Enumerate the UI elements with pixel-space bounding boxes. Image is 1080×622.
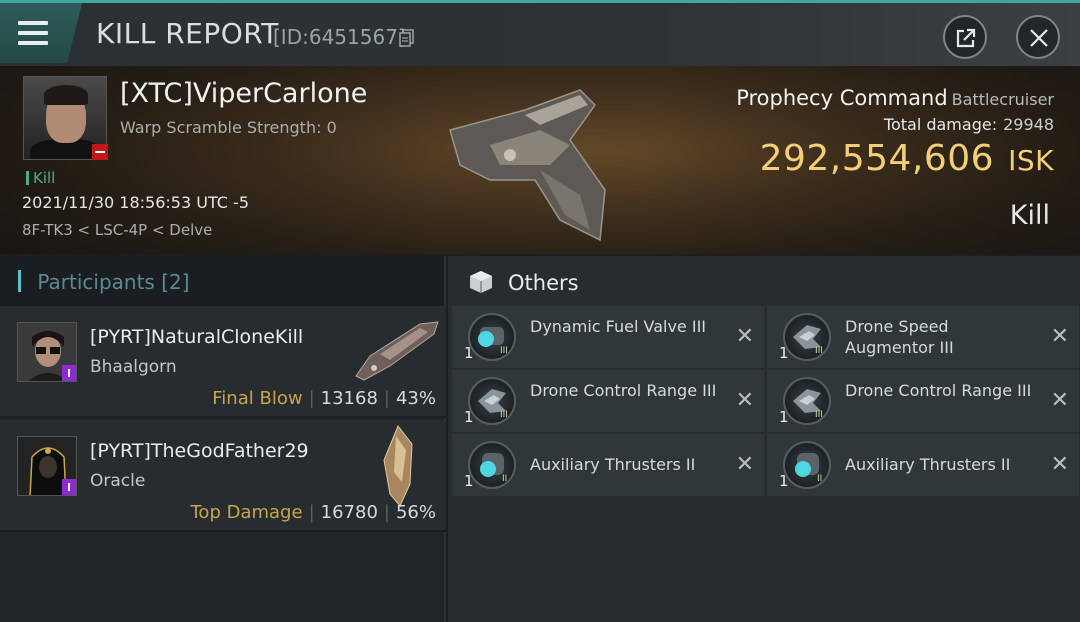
ship-class: Battlecruiser <box>951 90 1054 109</box>
item-quantity: 1 <box>779 472 789 490</box>
participant-ship[interactable]: Oracle <box>90 471 145 491</box>
hamburger-icon <box>18 21 48 45</box>
item-quantity: 1 <box>464 472 474 490</box>
others-title: Others <box>508 271 579 295</box>
destroyed-x-icon: ✕ <box>735 452 754 477</box>
item-row[interactable]: III 1 Drone Control Range III ✕ <box>767 370 1079 432</box>
participant-role: Final Blow <box>212 388 303 409</box>
victim-ship-image[interactable] <box>430 70 640 250</box>
svg-text:III: III <box>500 410 508 420</box>
item-name: Drone Control Range III <box>845 381 1032 400</box>
menu-button[interactable] <box>0 3 82 63</box>
item-row[interactable]: II 1 Auxiliary Thrusters II ✕ <box>452 434 764 496</box>
participant-damage: 16780 <box>320 502 378 523</box>
item-quantity: 1 <box>779 344 789 362</box>
victim-name[interactable]: [XTC]ViperCarlone <box>120 78 367 109</box>
participants-header[interactable]: Participants [2] <box>0 256 444 306</box>
title-bar: KILL REPORT [ID:6451567] <box>0 0 1080 66</box>
page-title: KILL REPORT <box>96 17 279 50</box>
ship-type-name: Prophecy Command <box>736 86 948 110</box>
result-label: Kill <box>1009 200 1050 231</box>
participant-portrait[interactable] <box>17 436 77 496</box>
participants-label: Participants <box>37 270 155 294</box>
total-damage-value: 29948 <box>1003 115 1054 134</box>
fuel-valve-icon: III <box>468 313 516 361</box>
svg-text:III: III <box>815 346 823 356</box>
item-name: Auxiliary Thrusters II <box>845 455 1011 474</box>
item-row[interactable]: II 1 Auxiliary Thrusters II ✕ <box>767 434 1079 496</box>
warp-scramble-strength: Warp Scramble Strength: 0 <box>120 118 337 137</box>
participant-damage: 13168 <box>320 388 378 409</box>
participant-percent: 56% <box>395 502 436 523</box>
participant-ship-image[interactable] <box>372 424 422 508</box>
item-row[interactable]: III 1 Drone Speed Augmentor III ✕ <box>767 306 1079 368</box>
isk-amount: 292,554,606 <box>759 138 995 179</box>
item-name: Drone Speed Augmentor III <box>845 317 954 357</box>
alpha-clone-icon <box>62 365 76 381</box>
others-header[interactable]: Others <box>448 256 1080 306</box>
participant-stats: Final Blow | 13168 | 43% <box>212 388 436 409</box>
victim-banner: [XTC]ViperCarlone Warp Scramble Strength… <box>0 66 1080 254</box>
kill-location[interactable]: 8F-TK3 < LSC-4P < Delve <box>22 221 212 239</box>
cube-icon <box>470 271 492 293</box>
participants-panel: Participants [2] [PYRT]NaturalCloneKill … <box>0 256 446 622</box>
svg-text:III: III <box>500 346 508 356</box>
destroyed-x-icon: ✕ <box>735 324 754 349</box>
close-button[interactable] <box>1016 15 1060 59</box>
total-damage-label: Total damage: <box>883 115 998 134</box>
thruster-icon: II <box>468 441 516 489</box>
item-name: Auxiliary Thrusters II <box>530 455 696 474</box>
item-row[interactable]: III 1 Drone Control Range III ✕ <box>452 370 764 432</box>
others-panel: Others III 1 Dynamic Fuel Valve III ✕ II… <box>448 256 1080 622</box>
victim-ship-name[interactable]: Prophecy Command Battlecruiser <box>736 86 1054 110</box>
kill-timestamp: 2021/11/30 18:56:53 UTC -5 <box>22 193 250 212</box>
copy-icon[interactable] <box>399 29 415 47</box>
isk-value: 292,554,606 ISK <box>760 138 1054 179</box>
destroyed-x-icon: ✕ <box>1050 452 1069 477</box>
kill-report-id: [ID:6451567] <box>273 25 406 49</box>
destroyed-x-icon: ✕ <box>1050 324 1069 349</box>
item-row[interactable]: III 1 Dynamic Fuel Valve III ✕ <box>452 306 764 368</box>
participant-percent: 43% <box>395 388 436 409</box>
participant-role: Top Damage <box>190 502 303 523</box>
drone-rig-icon: III <box>468 377 516 425</box>
external-link-icon <box>956 28 976 48</box>
participant-ship-image[interactable] <box>350 316 442 382</box>
svg-text:II: II <box>502 474 507 484</box>
drone-rig-icon: III <box>783 313 831 361</box>
participants-count: [2] <box>161 270 190 294</box>
participant-name[interactable]: [PYRT]TheGodFather29 <box>90 440 309 462</box>
participant-ship[interactable]: Bhaalgorn <box>90 357 177 377</box>
participant-row[interactable]: [PYRT]TheGodFather29 Oracle Top Damage | 1… <box>0 420 446 532</box>
share-button[interactable] <box>943 15 987 59</box>
item-name: Dynamic Fuel Valve III <box>530 317 706 336</box>
participant-row[interactable]: [PYRT]NaturalCloneKill Bhaalgorn Final B… <box>0 306 446 418</box>
thruster-icon: II <box>783 441 831 489</box>
destroyed-x-icon: ✕ <box>735 388 754 413</box>
participant-name[interactable]: [PYRT]NaturalCloneKill <box>90 326 303 348</box>
alpha-clone-icon <box>62 479 76 495</box>
total-damage: Total damage: 29948 <box>884 115 1054 134</box>
drone-rig-icon: III <box>783 377 831 425</box>
close-icon <box>1030 29 1048 47</box>
participant-stats: Top Damage | 16780 | 56% <box>190 502 437 523</box>
svg-text:III: III <box>815 410 823 420</box>
standing-flag-icon <box>92 144 108 160</box>
destroyed-x-icon: ✕ <box>1050 388 1069 413</box>
kill-tag: Kill <box>26 169 55 187</box>
participant-portrait[interactable] <box>17 322 77 382</box>
item-quantity: 1 <box>464 408 474 426</box>
item-name: Drone Control Range III <box>530 381 717 400</box>
item-quantity: 1 <box>779 408 789 426</box>
isk-unit: ISK <box>1008 144 1054 177</box>
svg-text:II: II <box>817 474 822 484</box>
item-quantity: 1 <box>464 344 474 362</box>
